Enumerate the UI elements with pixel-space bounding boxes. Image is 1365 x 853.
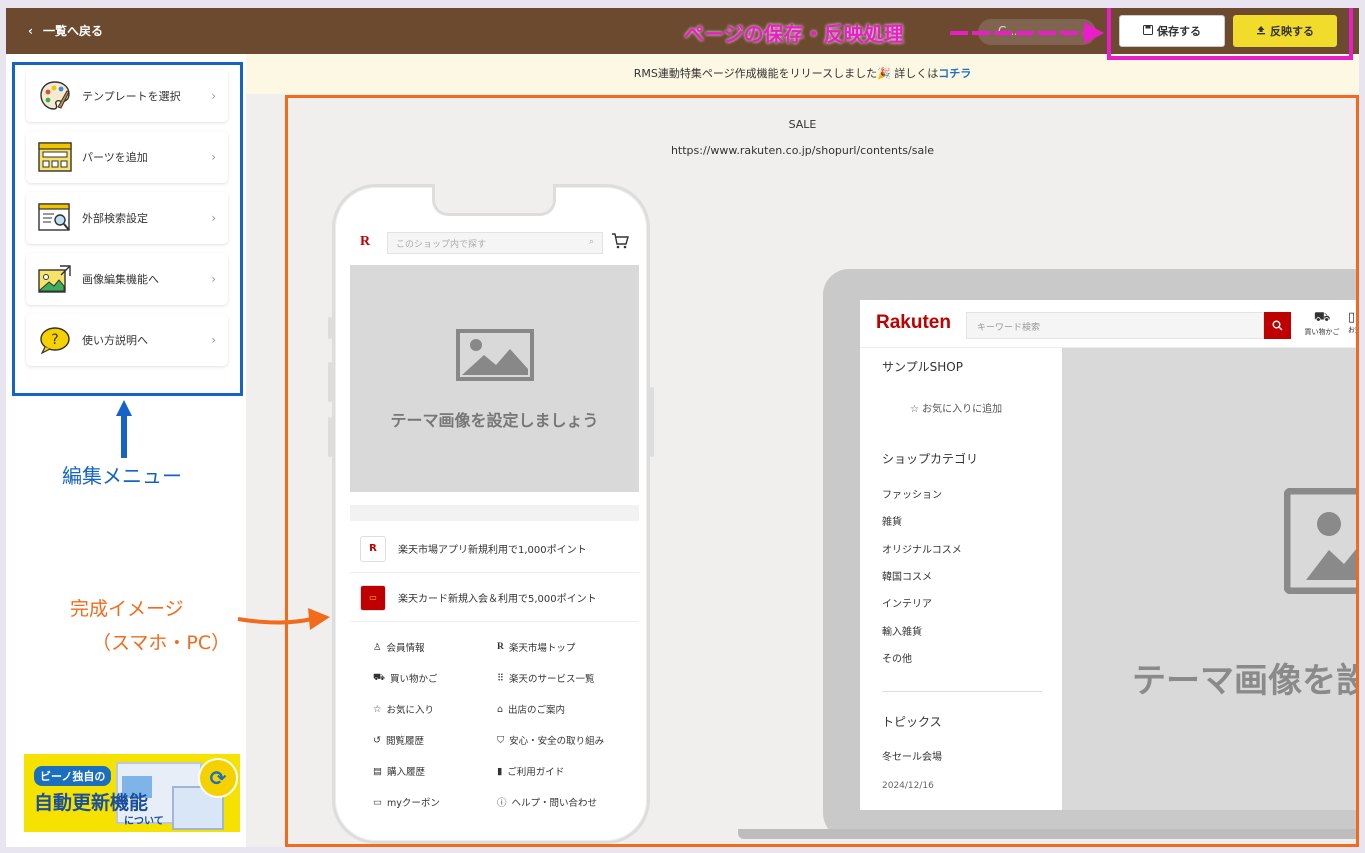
release-notice: RMS連動特集ページ作成機能をリリースしました🎉 詳しくはコチラ: [246, 54, 1359, 94]
annotation-preview-line2: （スマホ・PC）: [92, 632, 231, 654]
refresh-icon: ⟳: [198, 758, 238, 798]
save-publish-highlight: [1107, 8, 1353, 60]
banner-subtitle: について: [124, 816, 164, 827]
banner-tag: ビーノ独自の: [34, 766, 112, 786]
back-label: 一覧へ戻る: [42, 24, 103, 38]
arrow-right-icon: [237, 608, 330, 630]
chevron-left-icon: ‹: [28, 23, 33, 38]
app-window: ‹ 一覧へ戻る C... 保存する 反映する RMS連動特集ページ作成機能をリリ…: [6, 8, 1359, 847]
annotation-save-publish: ページの保存・反映処理: [684, 22, 904, 46]
back-to-list-button[interactable]: ‹ 一覧へ戻る: [28, 22, 103, 39]
edit-menu-highlight: [12, 62, 243, 396]
arrow-up-icon: [116, 400, 132, 458]
banner-title: 自動更新機能: [34, 792, 149, 814]
preview-highlight: [285, 95, 1359, 847]
annotation-preview-line1: 完成イメージ: [70, 598, 184, 620]
notice-text: RMS連動特集ページ作成機能をリリースしました🎉 詳しくは: [633, 67, 939, 80]
arrow-right-icon: [950, 22, 1104, 44]
annotation-edit-menu: 編集メニュー: [62, 464, 182, 488]
notice-link[interactable]: コチラ: [938, 67, 971, 80]
auto-update-banner[interactable]: ⟳ ビーノ独自の 自動更新機能 について: [24, 754, 240, 832]
